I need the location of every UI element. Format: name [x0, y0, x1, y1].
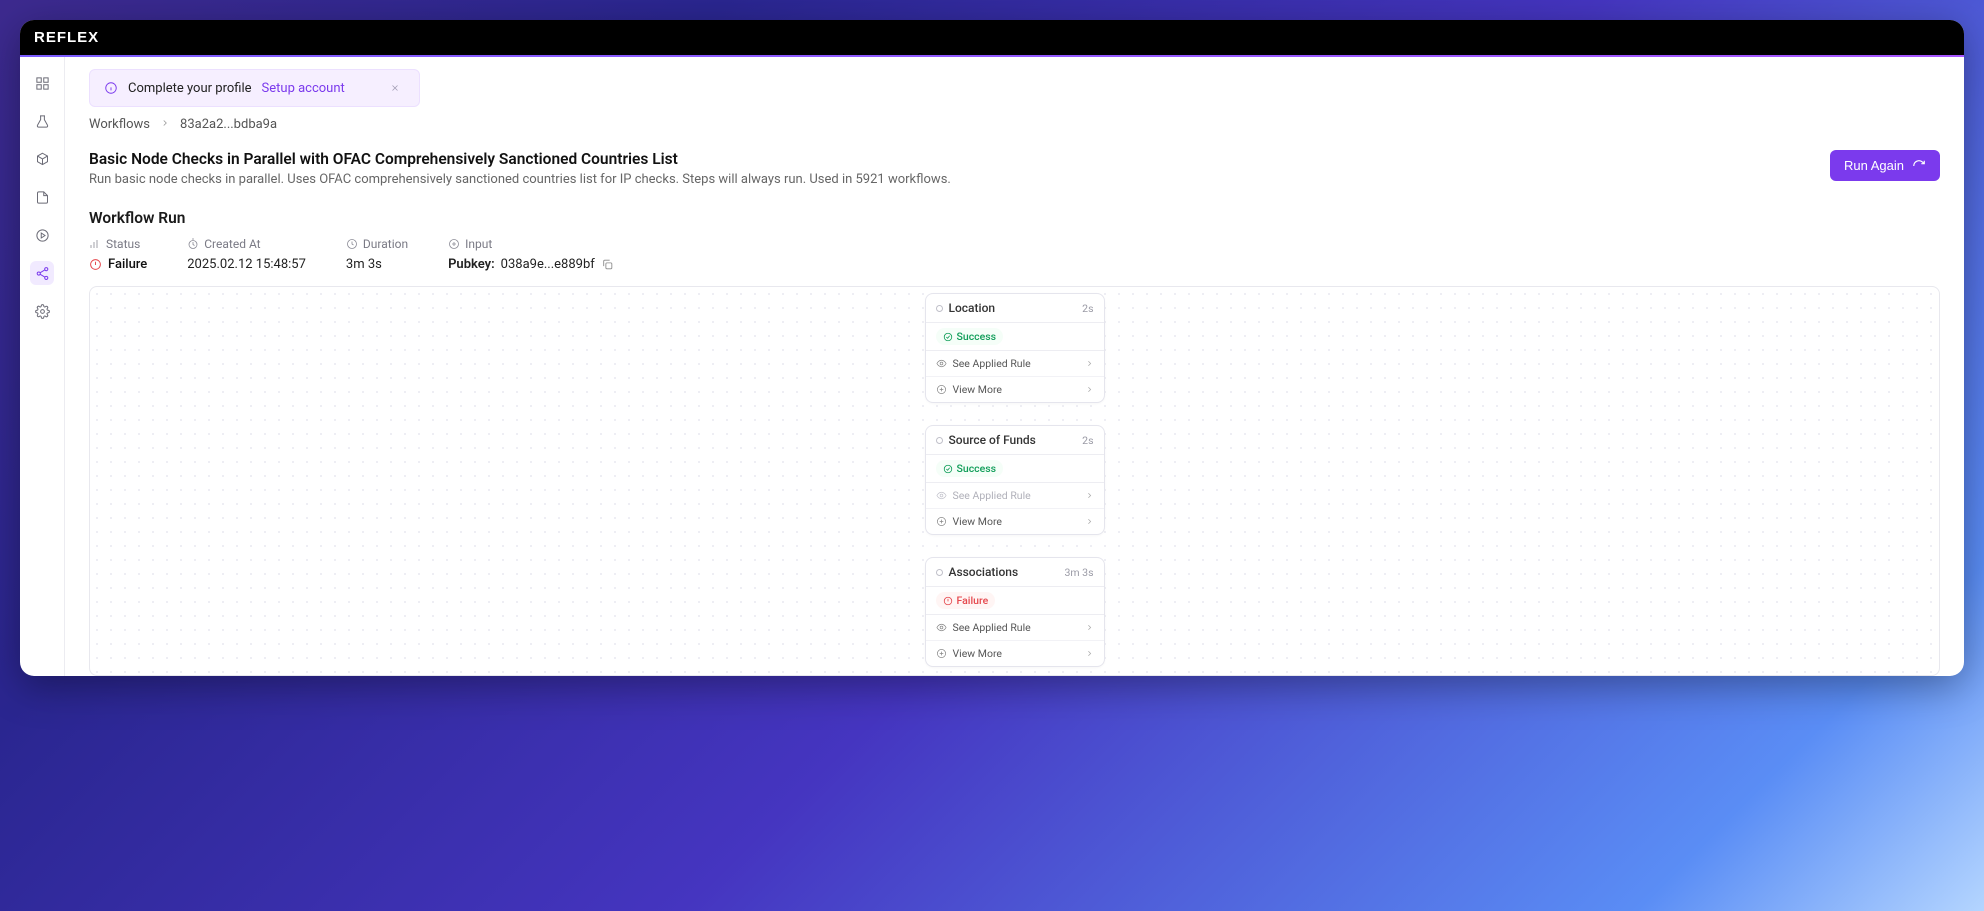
node-dot-icon [936, 305, 943, 312]
node-header: Location 2s [926, 294, 1104, 323]
node-header: Source of Funds 2s [926, 426, 1104, 455]
see-applied-rule-row[interactable]: See Applied Rule [926, 351, 1104, 376]
sidebar-settings-icon[interactable] [30, 299, 54, 323]
app-window: REFLEX [20, 20, 1964, 676]
page-description: Run basic node checks in parallel. Uses … [89, 172, 951, 187]
status-chip: Failure [936, 592, 996, 609]
node-title: Source of Funds [936, 433, 1036, 447]
main-content: Complete your profile Setup account Work… [65, 57, 1964, 676]
alert-icon [89, 258, 102, 271]
plus-circle-icon [936, 648, 947, 659]
chevron-right-icon [1085, 359, 1094, 368]
node-header: Associations 3m 3s [926, 558, 1104, 587]
brand-logo: REFLEX [34, 29, 99, 46]
node-status: Failure [926, 587, 1104, 615]
sidebar-lab-icon[interactable] [30, 109, 54, 133]
chevron-right-icon [1085, 517, 1094, 526]
workflow-node: Source of Funds 2s Success See Applied Rule… [925, 425, 1105, 535]
copy-icon[interactable] [601, 258, 614, 271]
run-again-button[interactable]: Run Again [1830, 150, 1940, 181]
input-label: Input [448, 237, 614, 251]
chevron-right-icon [1085, 649, 1094, 658]
node-dot-icon [936, 569, 943, 576]
chevron-right-icon [1085, 385, 1094, 394]
profile-banner: Complete your profile Setup account [89, 69, 420, 107]
sidebar-file-icon[interactable] [30, 185, 54, 209]
banner-text: Complete your profile [128, 81, 252, 96]
node-title: Associations [936, 565, 1019, 579]
eye-icon [936, 358, 947, 369]
status-value: Failure [89, 257, 147, 272]
node-status: Success [926, 323, 1104, 351]
workflow-node: Associations 3m 3s Failure See Applied Rule… [925, 557, 1105, 667]
plus-circle-icon [936, 384, 947, 395]
meta-row: Status Failure Created At 2025.02.12 15:… [89, 237, 1940, 272]
breadcrumb: Workflows 83a2a2...bdba9a [89, 117, 1940, 132]
status-label: Status [89, 237, 147, 251]
plus-circle-icon [936, 516, 947, 527]
created-value: 2025.02.12 15:48:57 [187, 257, 306, 272]
created-label: Created At [187, 237, 306, 251]
bars-icon [89, 238, 101, 250]
duration-value: 3m 3s [346, 257, 408, 272]
workflow-node: Location 2s Success See Applied RuleView Mo… [925, 293, 1105, 403]
info-icon [104, 81, 118, 95]
chevron-right-icon [1085, 491, 1094, 500]
status-chip: Success [936, 328, 1004, 345]
duration-label: Duration [346, 237, 408, 251]
node-dot-icon [936, 437, 943, 444]
breadcrumb-id[interactable]: 83a2a2...bdba9a [180, 117, 277, 132]
node-status: Success [926, 455, 1104, 483]
input-value: Pubkey: 038a9e...e889bf [448, 257, 614, 272]
banner-close-button[interactable] [385, 78, 405, 98]
chevron-right-icon [1085, 623, 1094, 632]
see-applied-rule-row[interactable]: See Applied Rule [926, 483, 1104, 508]
section-title: Workflow Run [89, 209, 1940, 227]
run-again-label: Run Again [1844, 158, 1904, 173]
eye-icon [936, 490, 947, 501]
chevron-right-icon [160, 117, 170, 132]
plus-circle-icon [448, 238, 460, 250]
sidebar-cube-icon[interactable] [30, 147, 54, 171]
node-duration: 3m 3s [1064, 566, 1093, 579]
status-chip: Success [936, 460, 1004, 477]
see-applied-rule-row[interactable]: See Applied Rule [926, 615, 1104, 640]
topbar: REFLEX [20, 20, 1964, 55]
sidebar-play-icon[interactable] [30, 223, 54, 247]
view-more-row[interactable]: View More [926, 640, 1104, 666]
sidebar-dashboard-icon[interactable] [30, 71, 54, 95]
sidebar [20, 57, 65, 676]
view-more-row[interactable]: View More [926, 376, 1104, 402]
node-duration: 2s [1082, 434, 1093, 447]
clock-icon [346, 238, 358, 250]
node-title: Location [936, 301, 996, 315]
close-icon [390, 83, 400, 93]
sidebar-share-icon[interactable] [30, 261, 54, 285]
node-duration: 2s [1082, 302, 1093, 315]
redo-icon [1912, 159, 1926, 173]
banner-action-link[interactable]: Setup account [262, 81, 345, 96]
view-more-row[interactable]: View More [926, 508, 1104, 534]
breadcrumb-root[interactable]: Workflows [89, 117, 150, 132]
page-title: Basic Node Checks in Parallel with OFAC … [89, 150, 951, 168]
eye-icon [936, 622, 947, 633]
workflow-canvas[interactable]: Location2sSuccessSee Applied RuleView Mo… [89, 286, 1940, 676]
timer-icon [187, 238, 199, 250]
